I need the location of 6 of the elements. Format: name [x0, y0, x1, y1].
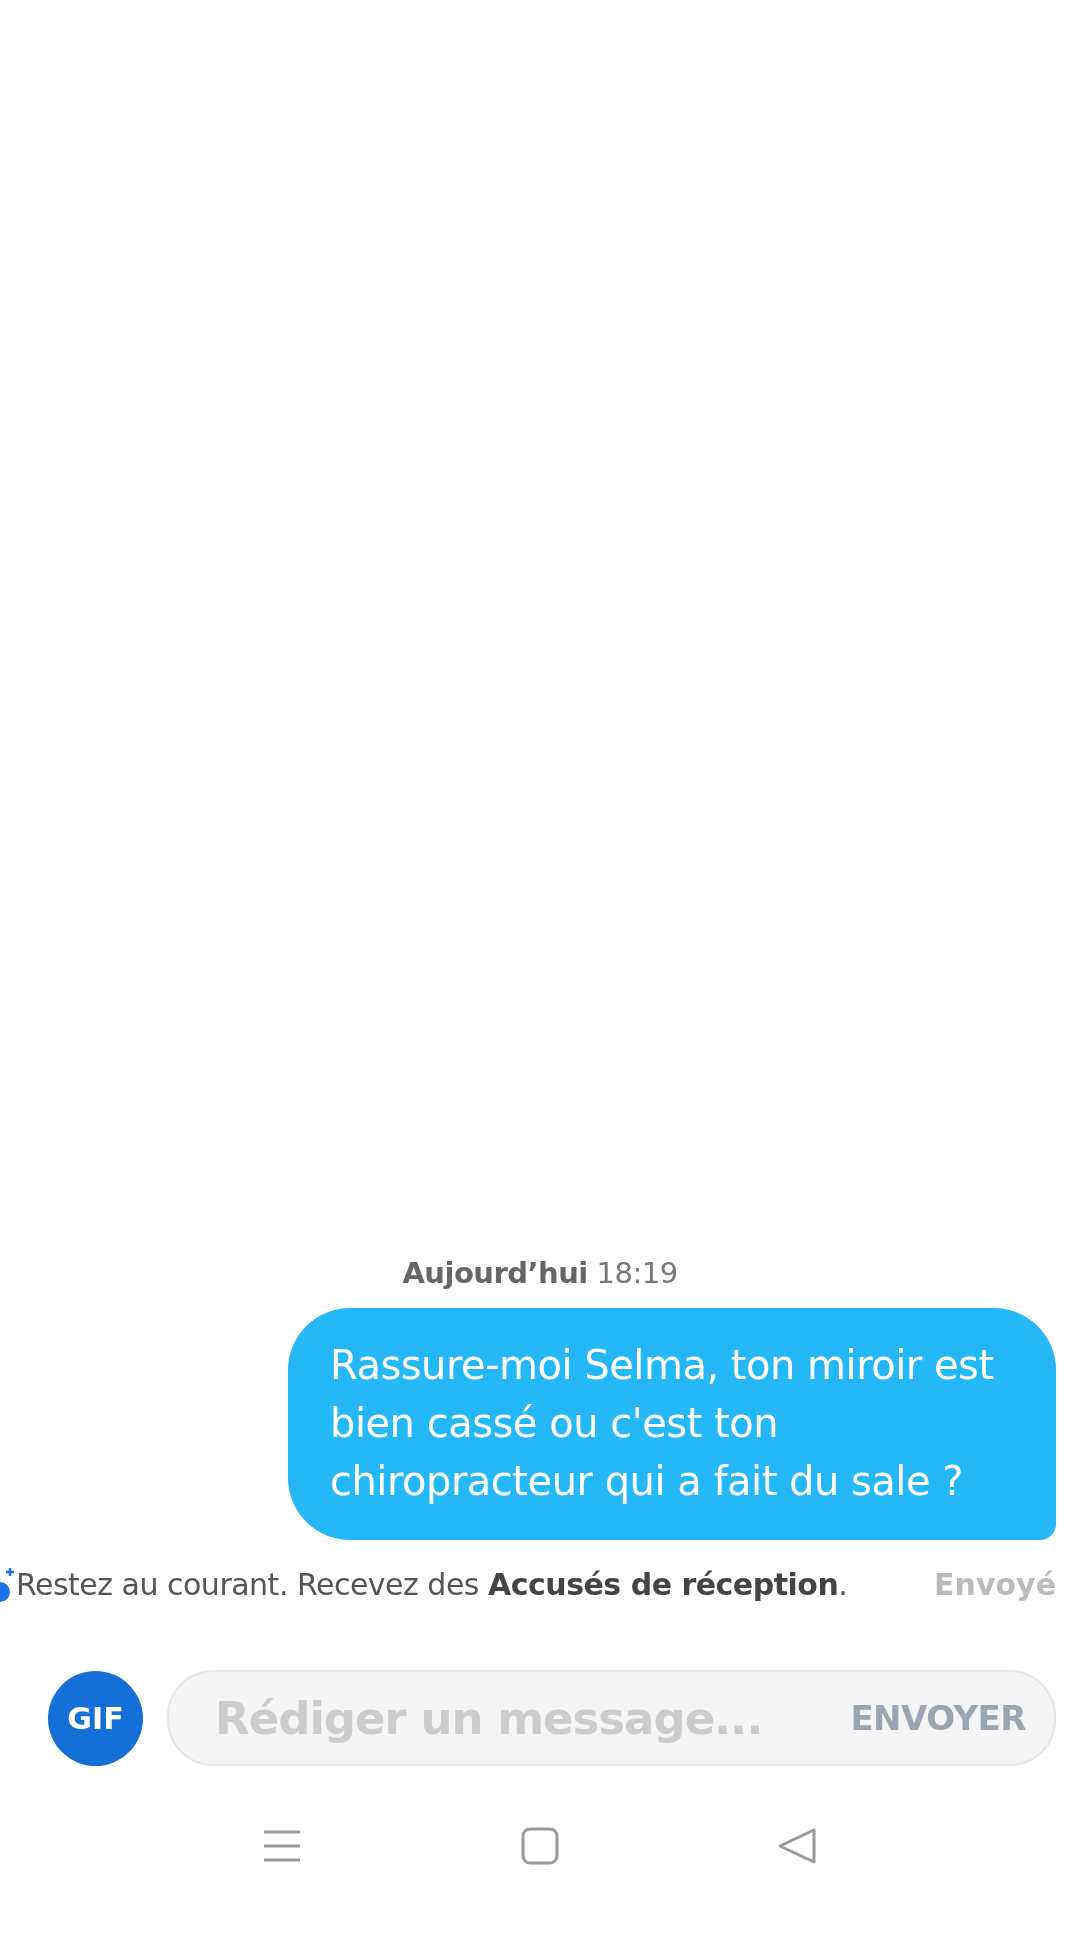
gif-button[interactable]: GIF [48, 1670, 143, 1766]
receipt-promo-text: Restez au courant. Recevez des Accusés de réception. [16, 1566, 848, 1602]
send-button[interactable]: ENVOYER [850, 1698, 1026, 1738]
sent-status: Envoyé [934, 1566, 1056, 1602]
timestamp: Aujourd’hui 18:19 [402, 1256, 678, 1290]
message-bubble: Rassure-moi Selma, ton miroir est bien cassé ou c'est ton chiropracteur qui a fait du sale ? [288, 1308, 1056, 1540]
